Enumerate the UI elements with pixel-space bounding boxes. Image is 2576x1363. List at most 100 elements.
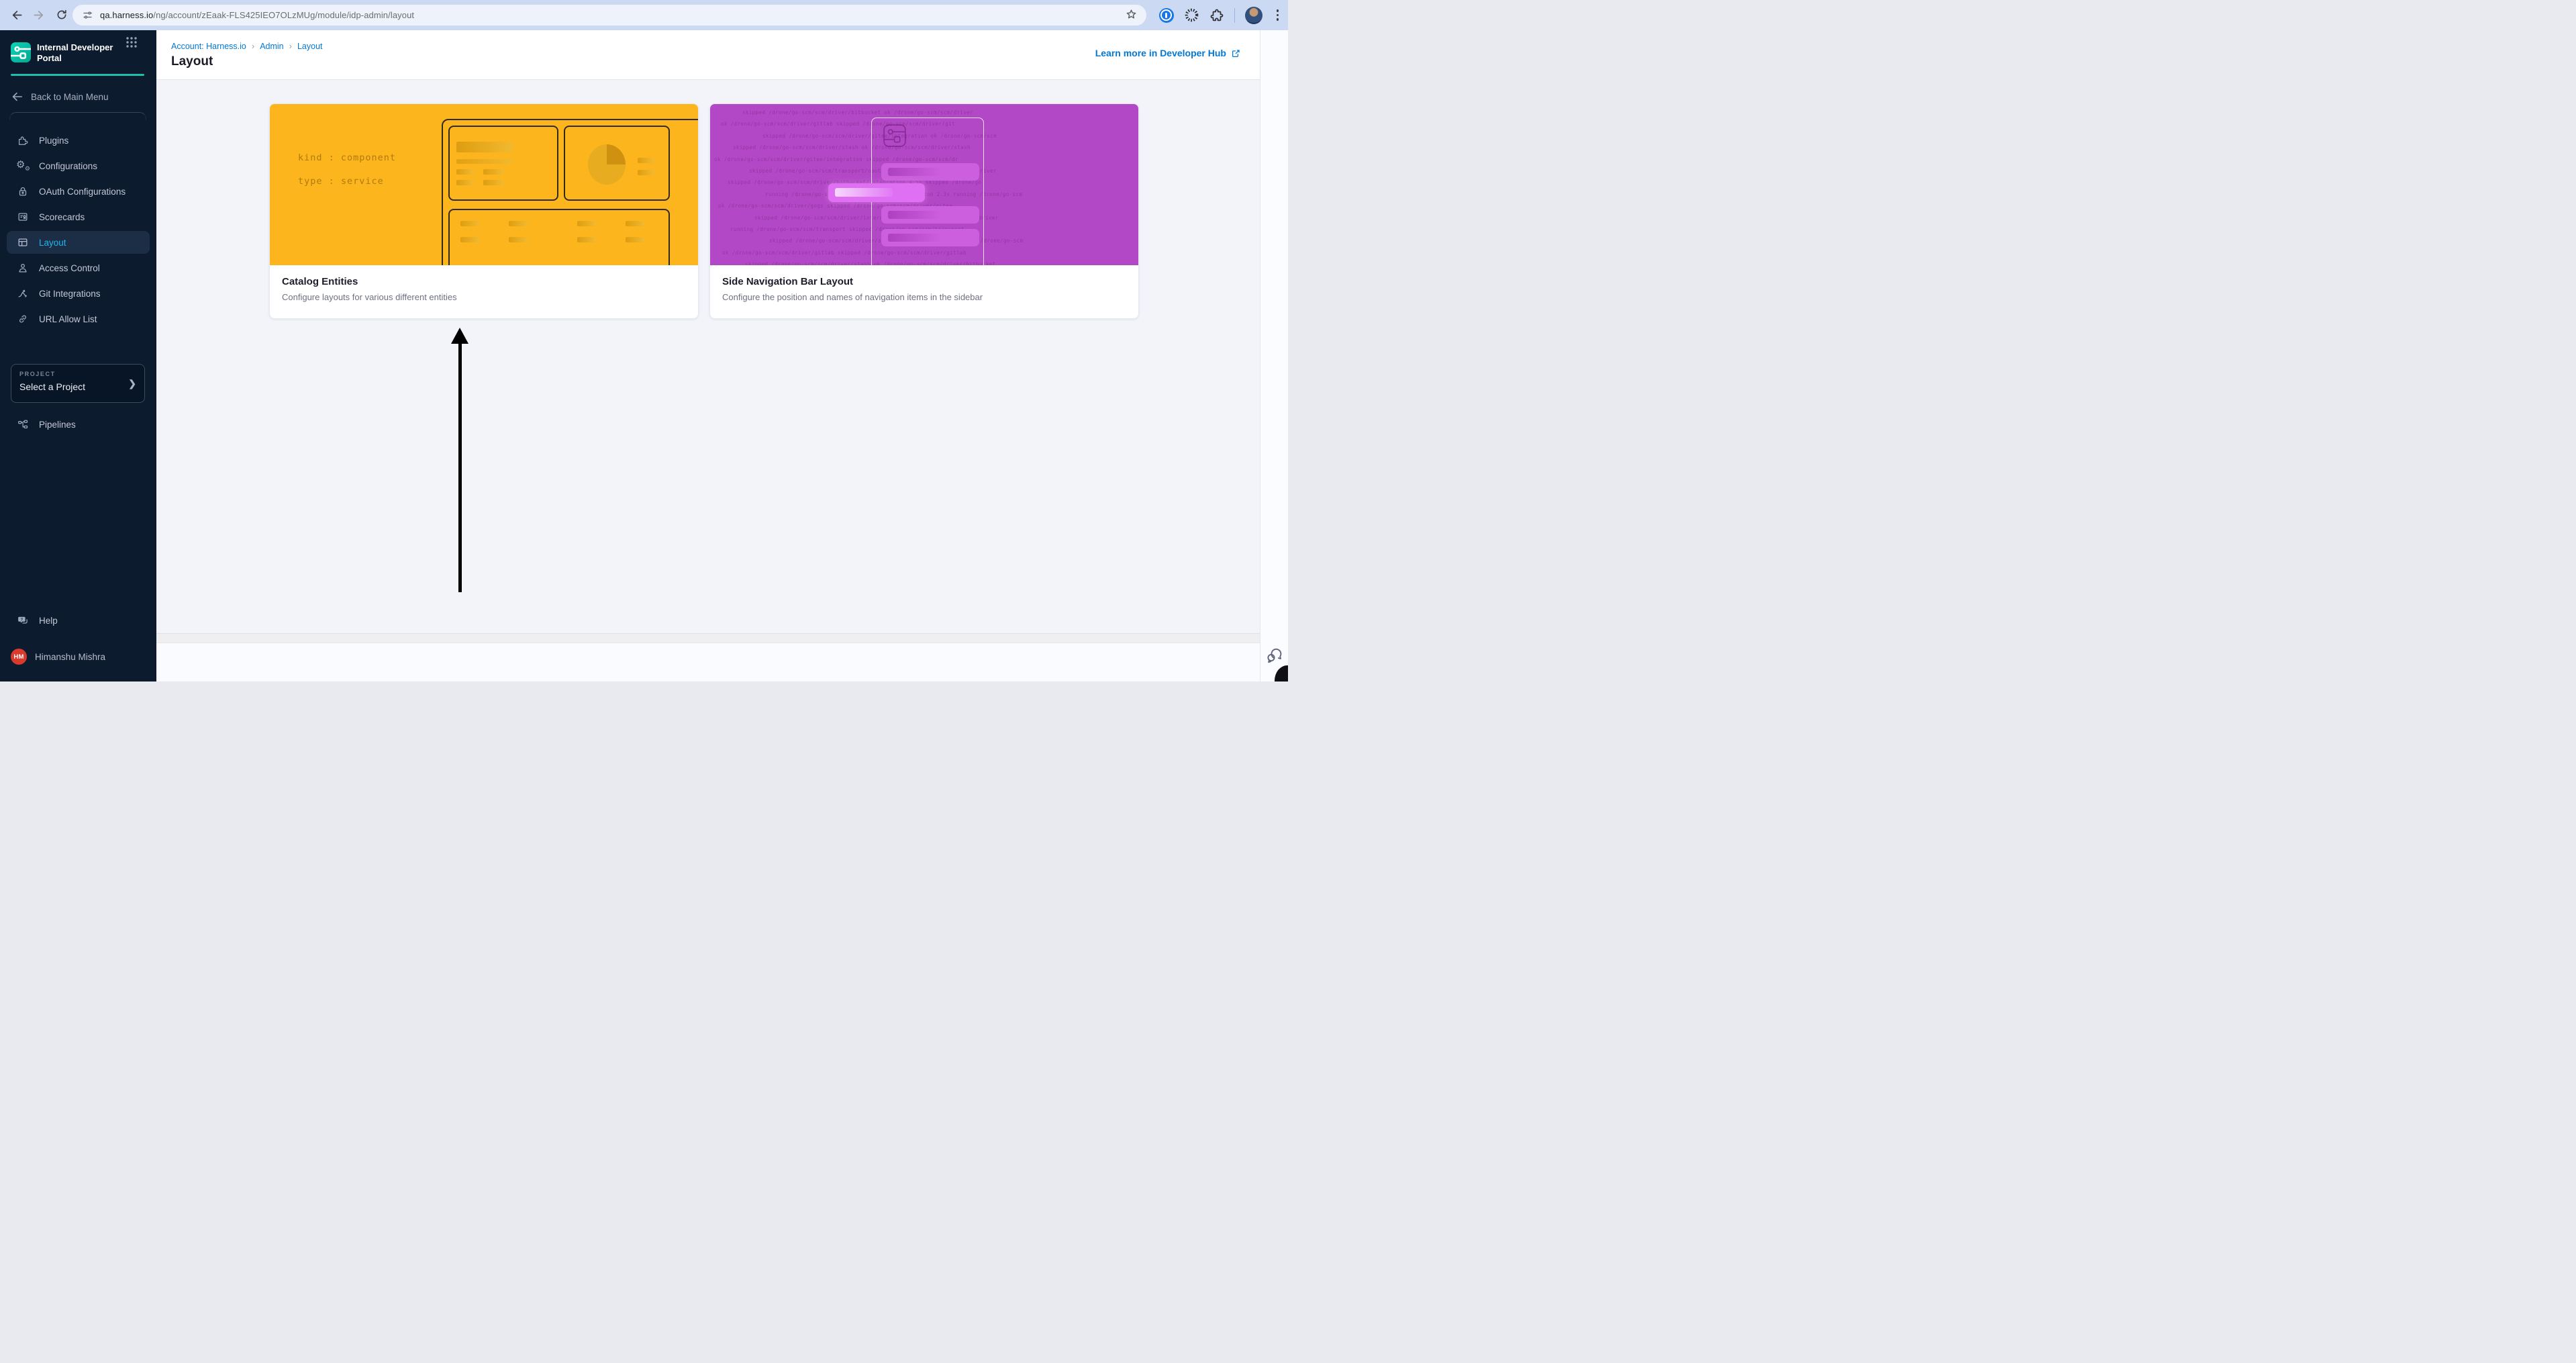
sidebar-pipelines-section: Pipelines [7, 413, 150, 436]
scorecard-icon [17, 211, 29, 223]
toolbar-separator [1234, 7, 1235, 23]
url-host: qa.harness.io [100, 10, 154, 20]
page-header: Account: Harness.io › Admin › Layout Lay… [156, 30, 1260, 80]
user-avatar: HM [11, 649, 27, 665]
pie-chart-shape [588, 144, 626, 185]
module-grid-icon[interactable] [125, 36, 138, 49]
browser-actions [1158, 0, 1283, 30]
card-caption: Side Navigation Bar Layout Configure the… [710, 265, 1138, 318]
sidebar-item-configurations[interactable]: ⚙ ⚙ Configurations [7, 154, 150, 177]
bookmark-star-button[interactable] [1124, 7, 1138, 25]
sidebar-item-label: Help [39, 615, 58, 626]
extensions-puzzle-icon[interactable] [1209, 8, 1224, 23]
person-icon [17, 262, 29, 274]
side-nav-illustration: skipped /drone/go-scm/scm/driver/bitbuck… [710, 104, 1138, 265]
sidebar-item-url-allow-list[interactable]: URL Allow List [7, 308, 150, 330]
cursor-artifact [1275, 665, 1288, 682]
sidebar-item-git-integrations[interactable]: Git Integrations [7, 282, 150, 305]
browser-back-button[interactable] [7, 5, 26, 24]
learn-more-link[interactable]: Learn more in Developer Hub [1095, 48, 1241, 58]
breadcrumb-separator: › [251, 41, 255, 51]
browser-menu-button[interactable] [1273, 7, 1283, 23]
sidebar-item-label: Scorecards [39, 211, 85, 222]
sidebar-item-label: URL Allow List [39, 314, 97, 324]
mockup-chart-panel [564, 126, 670, 201]
sidebar-help-section: ? Help [7, 609, 150, 632]
annotation-arrow-shaft [458, 342, 462, 592]
mockup-logo-outline-icon [883, 124, 906, 147]
sidebar-item-scorecards[interactable]: Scorecards [7, 205, 150, 228]
breadcrumb-admin-link[interactable]: Admin [260, 42, 283, 51]
sidebar-item-plugins[interactable]: Plugins [7, 129, 150, 152]
help-chat-icon: ? [17, 614, 29, 626]
sidebar-item-pipelines[interactable]: Pipelines [7, 413, 150, 436]
user-profile-row[interactable]: HM Himanshu Mishra [11, 645, 105, 668]
site-settings-icon[interactable] [82, 9, 93, 21]
project-selector[interactable]: PROJECT Select a Project ❯ [11, 364, 145, 403]
breadcrumb: Account: Harness.io › Admin › Layout [171, 41, 323, 51]
screen: qa.harness.io/ng/account/zEaak-FLS425IEO… [0, 0, 1288, 682]
back-arrow-icon [12, 92, 23, 101]
browser-forward-button[interactable] [30, 5, 48, 24]
page-title: Layout [171, 54, 213, 68]
catalog-entities-illustration: kind : component type : service [270, 104, 698, 265]
footer-area [156, 643, 1260, 682]
sidebar-item-oauth-configurations[interactable]: OAuth Configurations [7, 180, 150, 203]
mockup-table-panel [448, 209, 670, 265]
reload-icon [57, 9, 66, 19]
content-area: kind : component type : service Catalog … [156, 80, 1260, 634]
back-label: Back to Main Menu [31, 91, 109, 102]
card-description: Configure the position and names of navi… [722, 292, 983, 302]
card-description: Configure layouts for various different … [282, 292, 457, 302]
content-footer-band [156, 634, 1260, 643]
product-title: Internal Developer Portal [37, 42, 113, 63]
yaml-kind-line: kind : component [298, 152, 397, 163]
mockup-about-panel [448, 126, 558, 201]
sidebar-nav: Plugins ⚙ ⚙ Configurations OAuth Configu… [7, 129, 150, 330]
card-title: Side Navigation Bar Layout [722, 276, 854, 287]
lock-icon [17, 185, 29, 197]
sidebar-item-layout[interactable]: Layout [7, 231, 150, 254]
sidebar-item-label: OAuth Configurations [39, 186, 126, 197]
link-icon [17, 313, 29, 325]
url-path: /ng/account/zEaak-FLS425IEO7OLzMUg/modul… [153, 10, 415, 20]
sidebar: Internal Developer Portal Back to Main M… [0, 30, 156, 682]
product-logo-row: Internal Developer Portal [11, 42, 119, 63]
password-extension-icon[interactable] [1158, 7, 1174, 23]
mockup-nav-button [881, 206, 979, 224]
sidebar-item-label: Git Integrations [39, 288, 101, 299]
svg-text:?: ? [21, 618, 23, 622]
address-bar[interactable]: qa.harness.io/ng/account/zEaak-FLS425IEO… [72, 5, 1146, 26]
right-rail [1260, 30, 1288, 682]
back-arrow-icon [12, 10, 21, 19]
layout-icon [17, 236, 29, 248]
breadcrumb-layout-link[interactable]: Layout [297, 42, 323, 51]
sidebar-divider [9, 112, 146, 120]
spinner-extension-icon[interactable] [1184, 7, 1199, 23]
sidebar-item-label: Plugins [39, 135, 69, 146]
card-catalog-entities[interactable]: kind : component type : service Catalog … [269, 103, 699, 319]
card-caption: Catalog Entities Configure layouts for v… [270, 265, 698, 318]
gears-icon: ⚙ ⚙ [16, 158, 30, 173]
browser-toolbar: qa.harness.io/ng/account/zEaak-FLS425IEO… [0, 0, 1288, 30]
mockup-nav-button [881, 163, 979, 181]
layout-mockup-frame [442, 119, 698, 265]
star-icon [1126, 9, 1136, 19]
breadcrumb-account-link[interactable]: Account: Harness.io [171, 42, 246, 51]
browser-profile-avatar[interactable] [1244, 6, 1262, 24]
browser-reload-button[interactable] [52, 5, 71, 24]
back-to-main-menu[interactable]: Back to Main Menu [11, 85, 109, 108]
feedback-chat-button[interactable] [1265, 645, 1285, 665]
plugin-icon [17, 134, 29, 146]
sidebar-item-label: Layout [39, 237, 66, 248]
pipelines-icon [17, 418, 29, 430]
url-text: qa.harness.io/ng/account/zEaak-FLS425IEO… [100, 10, 414, 20]
user-name: Himanshu Mishra [35, 651, 106, 662]
chat-bubbles-icon [1267, 648, 1282, 663]
sidebar-item-help[interactable]: ? Help [7, 609, 150, 632]
chevron-right-icon: ❯ [128, 378, 136, 389]
project-value: Select a Project [19, 381, 86, 392]
card-side-navigation-layout[interactable]: skipped /drone/go-scm/scm/driver/bitbuck… [709, 103, 1139, 319]
sidebar-item-access-control[interactable]: Access Control [7, 256, 150, 279]
sidebar-item-label: Access Control [39, 263, 100, 273]
